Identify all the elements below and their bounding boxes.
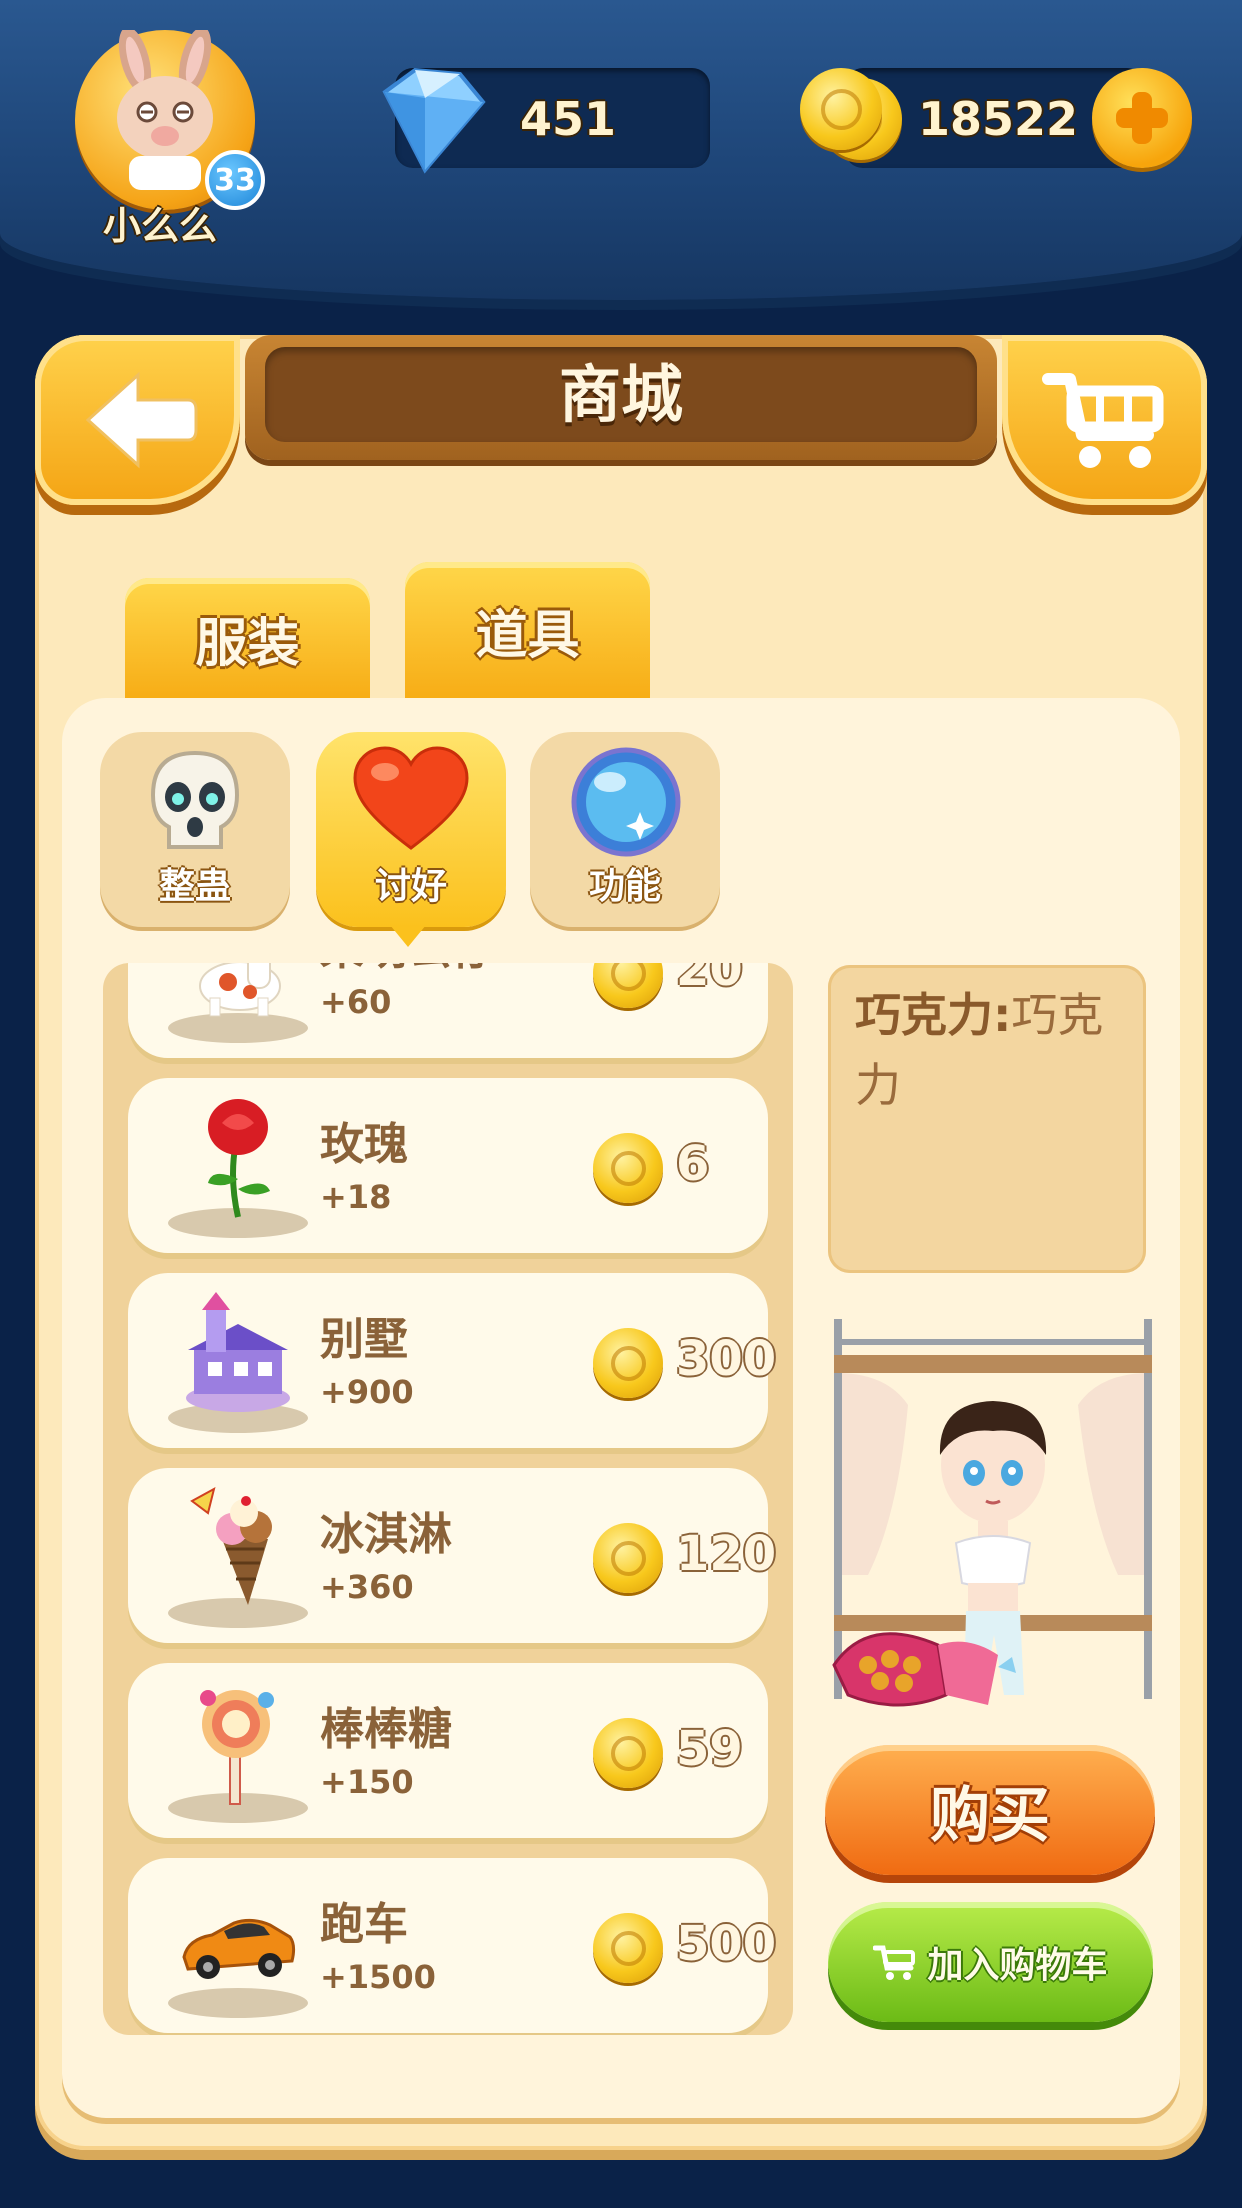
diamond-icon	[382, 67, 486, 174]
category-pointer	[390, 925, 426, 947]
list-item[interactable]: 别墅 +900 300	[128, 1273, 776, 1448]
ice-cream-icon	[190, 1487, 272, 1605]
tab-clothes[interactable]: 服装	[125, 578, 370, 698]
cart-button[interactable]	[1002, 335, 1207, 505]
item-price: 500	[676, 1916, 777, 1972]
item-name: 棒棒糖	[320, 1704, 452, 1755]
villa-icon	[186, 1292, 290, 1412]
diamond-count: 451	[520, 92, 617, 146]
add-to-cart-button[interactable]: 加入购物车	[828, 1902, 1153, 2022]
item-price: 300	[676, 1331, 777, 1387]
character-preview	[832, 1319, 1152, 1707]
list-item[interactable]: 跑车 +1500 500	[128, 1858, 776, 2033]
cart-icon	[873, 1945, 916, 1980]
item-bonus: +60	[320, 983, 392, 1021]
item-bonus: +150	[320, 1763, 414, 1801]
item-name: 别墅	[320, 1314, 408, 1365]
item-bonus: +900	[320, 1373, 414, 1411]
coin-icon	[593, 963, 663, 1008]
list-item[interactable]: 冰淇淋 +360 120	[128, 1468, 776, 1643]
lollipop-icon	[200, 1690, 274, 1805]
toy-llama-icon	[199, 963, 281, 1017]
rose-icon	[208, 1099, 270, 1218]
list-item[interactable]: 玫瑰 +18 6	[128, 1078, 768, 1253]
item-price: 120	[676, 1526, 777, 1582]
item-bonus: +18	[320, 1178, 392, 1216]
coin-icon	[593, 1328, 663, 1398]
sports-car-icon	[182, 1918, 296, 1979]
item-name: 玫瑰	[320, 1119, 408, 1170]
item-description: 巧克力:巧克力	[855, 980, 1125, 1120]
category-label: 整蛊	[158, 866, 231, 907]
coin-count: 18522	[918, 92, 1079, 146]
item-name: 呆萌公仔	[320, 963, 496, 977]
add-coins-button[interactable]	[1092, 68, 1192, 168]
list-item[interactable]: 棒棒糖 +150 59	[128, 1663, 768, 1838]
coin-icon	[593, 1523, 663, 1593]
crystal-ball-icon	[571, 747, 681, 857]
list-item[interactable]: 呆萌公仔 +60 20	[128, 963, 768, 1058]
item-bonus: +1500	[320, 1958, 436, 1996]
back-arrow-icon	[85, 371, 197, 469]
coin-icon	[800, 68, 882, 150]
add-to-cart-label: 加入购物车	[927, 1945, 1108, 1986]
selected-item-name: 巧克力	[855, 988, 993, 1042]
item-name: 跑车	[320, 1899, 408, 1950]
player-name: 小么么	[102, 204, 217, 248]
item-list[interactable]: 呆萌公仔 +60 20 玫瑰 +18 6	[103, 963, 793, 2035]
skull-icon	[150, 750, 240, 849]
item-name: 冰淇淋	[320, 1509, 452, 1560]
cart-icon	[1041, 373, 1163, 468]
item-price: 20	[676, 963, 743, 997]
item-price: 6	[676, 1136, 710, 1192]
category-please[interactable]: 讨好	[316, 732, 506, 927]
heart-icon	[353, 746, 469, 850]
back-button[interactable]	[35, 335, 240, 505]
category-prank[interactable]: 整蛊	[100, 732, 290, 927]
coin-icon	[593, 1718, 663, 1788]
category-label: 功能	[588, 866, 661, 907]
item-price: 59	[676, 1721, 743, 1777]
coin-icon	[593, 1913, 663, 1983]
buy-button[interactable]: 购买	[825, 1745, 1155, 1875]
description-separator: :	[993, 988, 1012, 1042]
coin-icon	[593, 1133, 663, 1203]
item-bonus: +360	[320, 1568, 414, 1606]
tab-items[interactable]: 道具	[405, 562, 650, 698]
category-label: 讨好	[374, 866, 447, 907]
category-function[interactable]: 功能	[530, 732, 720, 927]
page-title: 商城	[558, 358, 683, 431]
plus-icon	[1116, 92, 1168, 144]
